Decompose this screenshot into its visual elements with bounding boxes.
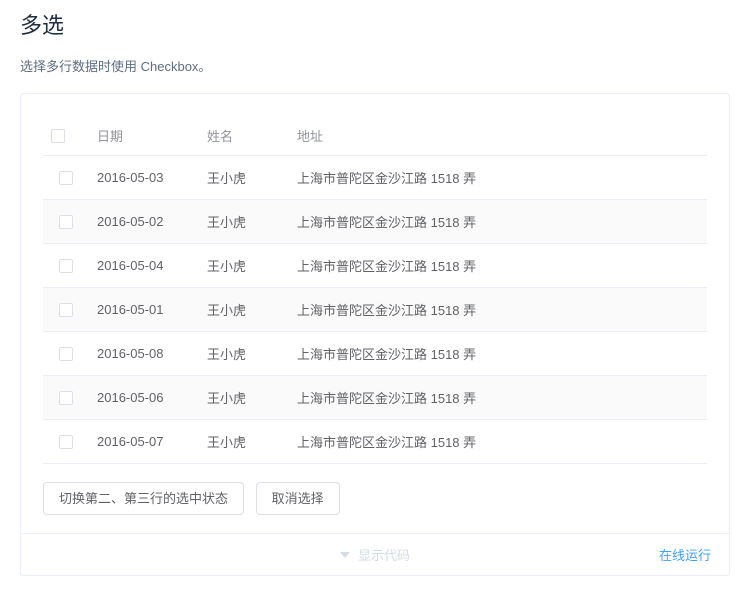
cell-name: 王小虎 <box>199 332 289 376</box>
table-row: 2016-05-03王小虎上海市普陀区金沙江路 1518 弄 <box>43 156 707 200</box>
table-body: 2016-05-03王小虎上海市普陀区金沙江路 1518 弄2016-05-02… <box>43 156 707 464</box>
cell-name: 王小虎 <box>199 288 289 332</box>
row-checkbox-cell <box>43 288 89 332</box>
cell-address: 上海市普陀区金沙江路 1518 弄 <box>289 288 707 332</box>
row-checkbox[interactable] <box>59 391 73 405</box>
header-address: 地址 <box>289 116 707 156</box>
table-row: 2016-05-02王小虎上海市普陀区金沙江路 1518 弄 <box>43 200 707 244</box>
cell-address: 上海市普陀区金沙江路 1518 弄 <box>289 156 707 200</box>
cell-name: 王小虎 <box>199 376 289 420</box>
demo-block: 日期 姓名 地址 2016-05-03王小虎上海市普陀区金沙江路 1518 弄2… <box>20 93 730 576</box>
cell-date: 2016-05-08 <box>89 332 199 376</box>
cell-address: 上海市普陀区金沙江路 1518 弄 <box>289 376 707 420</box>
run-online-link[interactable]: 在线运行 <box>659 545 711 564</box>
cell-date: 2016-05-02 <box>89 200 199 244</box>
header-name: 姓名 <box>199 116 289 156</box>
header-date: 日期 <box>89 116 199 156</box>
table-row: 2016-05-01王小虎上海市普陀区金沙江路 1518 弄 <box>43 288 707 332</box>
row-checkbox[interactable] <box>59 435 73 449</box>
row-checkbox-cell <box>43 156 89 200</box>
cell-name: 王小虎 <box>199 420 289 464</box>
section-title: 多选 <box>20 0 730 44</box>
cell-name: 王小虎 <box>199 200 289 244</box>
clear-selection-button[interactable]: 取消选择 <box>256 482 340 515</box>
demo-block-control[interactable]: 显示代码 在线运行 <box>21 533 729 575</box>
row-checkbox[interactable] <box>59 303 73 317</box>
cell-address: 上海市普陀区金沙江路 1518 弄 <box>289 200 707 244</box>
show-code-label: 显示代码 <box>358 545 410 564</box>
table-row: 2016-05-07王小虎上海市普陀区金沙江路 1518 弄 <box>43 420 707 464</box>
demo-content: 日期 姓名 地址 2016-05-03王小虎上海市普陀区金沙江路 1518 弄2… <box>21 94 729 533</box>
toggle-selection-button[interactable]: 切换第二、第三行的选中状态 <box>43 482 244 515</box>
table-row: 2016-05-06王小虎上海市普陀区金沙江路 1518 弄 <box>43 376 707 420</box>
row-checkbox[interactable] <box>59 259 73 273</box>
row-checkbox-cell <box>43 244 89 288</box>
row-checkbox-cell <box>43 200 89 244</box>
row-checkbox-cell <box>43 332 89 376</box>
cell-name: 王小虎 <box>199 244 289 288</box>
header-checkbox-cell <box>43 116 89 156</box>
cell-address: 上海市普陀区金沙江路 1518 弄 <box>289 332 707 376</box>
row-checkbox[interactable] <box>59 171 73 185</box>
table-row: 2016-05-08王小虎上海市普陀区金沙江路 1518 弄 <box>43 332 707 376</box>
cell-date: 2016-05-04 <box>89 244 199 288</box>
row-checkbox[interactable] <box>59 215 73 229</box>
cell-date: 2016-05-03 <box>89 156 199 200</box>
cell-date: 2016-05-07 <box>89 420 199 464</box>
cell-date: 2016-05-06 <box>89 376 199 420</box>
caret-down-icon <box>340 552 350 558</box>
section-description: 选择多行数据时使用 Checkbox。 <box>20 56 730 75</box>
row-checkbox-cell <box>43 376 89 420</box>
table-row: 2016-05-04王小虎上海市普陀区金沙江路 1518 弄 <box>43 244 707 288</box>
table-header-row: 日期 姓名 地址 <box>43 116 707 156</box>
row-checkbox[interactable] <box>59 347 73 361</box>
cell-address: 上海市普陀区金沙江路 1518 弄 <box>289 420 707 464</box>
button-row: 切换第二、第三行的选中状态 取消选择 <box>43 482 707 515</box>
multi-select-table: 日期 姓名 地址 2016-05-03王小虎上海市普陀区金沙江路 1518 弄2… <box>43 116 707 464</box>
cell-name: 王小虎 <box>199 156 289 200</box>
cell-date: 2016-05-01 <box>89 288 199 332</box>
cell-address: 上海市普陀区金沙江路 1518 弄 <box>289 244 707 288</box>
row-checkbox-cell <box>43 420 89 464</box>
select-all-checkbox[interactable] <box>51 129 65 143</box>
